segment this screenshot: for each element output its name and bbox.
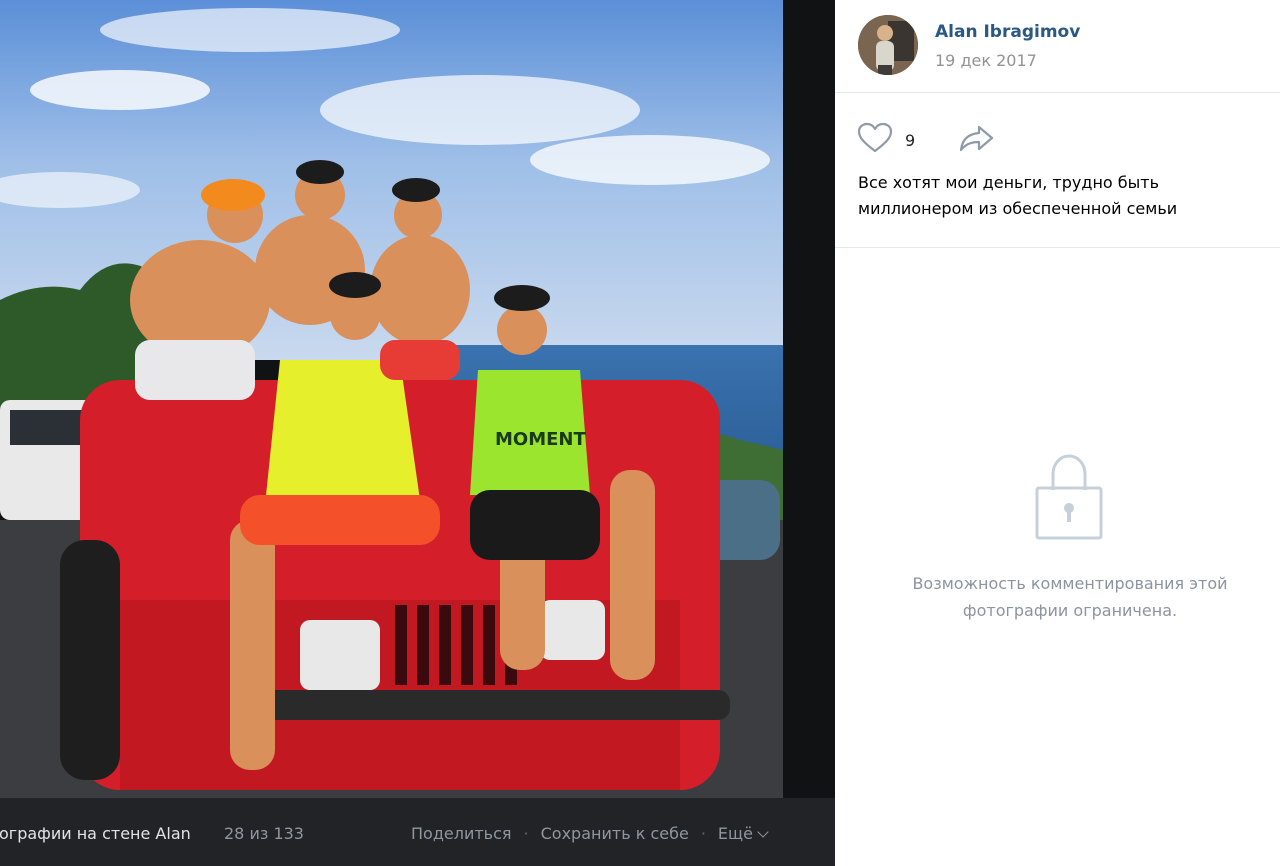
photo-viewer: MOMENT ографии на стене Alan 28 из 133 П… bbox=[0, 0, 835, 866]
separator: · bbox=[700, 824, 706, 843]
photo-counter: 28 из 133 bbox=[224, 824, 304, 843]
photo-bottom-bar: ографии на стене Alan 28 из 133 Поделить… bbox=[0, 798, 835, 866]
comments-restricted-message: Возможность комментирования этой фотогра… bbox=[912, 574, 1228, 620]
post-date[interactable]: 19 дек 2017 bbox=[935, 51, 1037, 70]
svg-text:MOMENT: MOMENT bbox=[495, 429, 586, 450]
author-name[interactable]: Alan Ibragimov bbox=[935, 22, 1080, 42]
post-caption: Все хотят мои деньги, трудно быть миллио… bbox=[858, 173, 1178, 218]
share-arrow-icon[interactable] bbox=[959, 124, 995, 156]
album-link[interactable]: ографии на стене Alan bbox=[0, 824, 191, 843]
share-button[interactable]: Поделиться bbox=[411, 824, 512, 843]
photo-sidebar: Alan Ibragimov 19 дек 2017 9 Все хотят м… bbox=[835, 0, 1280, 866]
heart-icon[interactable] bbox=[857, 122, 893, 158]
lock-icon bbox=[1034, 450, 1104, 546]
more-label: Ещё bbox=[717, 824, 753, 843]
save-to-self-button[interactable]: Сохранить к себе bbox=[541, 824, 689, 843]
avatar[interactable] bbox=[858, 15, 918, 75]
chevron-down-icon bbox=[757, 826, 769, 838]
author-header: Alan Ibragimov 19 дек 2017 bbox=[835, 0, 1280, 93]
separator: · bbox=[523, 824, 529, 843]
like-count[interactable]: 9 bbox=[905, 131, 915, 150]
more-button[interactable]: Ещё bbox=[717, 824, 769, 843]
divider bbox=[835, 247, 1280, 248]
photo[interactable]: MOMENT bbox=[0, 0, 783, 798]
likes-row: 9 bbox=[857, 122, 995, 158]
photo-actions: Поделиться · Сохранить к себе · Ещё bbox=[411, 824, 769, 843]
